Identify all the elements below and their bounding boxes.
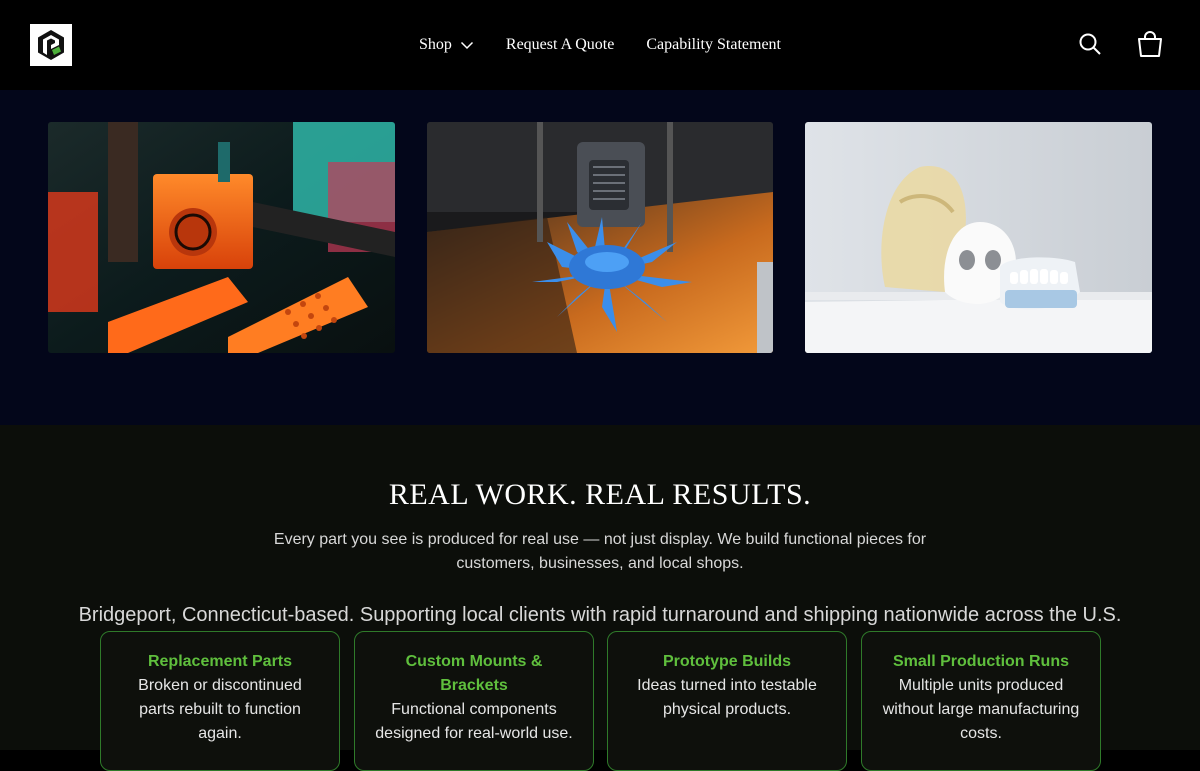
- service-card-custom-mounts: Custom Mounts & Brackets Functional comp…: [354, 631, 594, 771]
- photo-gallery: [0, 90, 1200, 425]
- blue-print-photo: [427, 122, 773, 353]
- nav-shop[interactable]: Shop: [419, 36, 474, 54]
- search-icon[interactable]: [1078, 32, 1102, 61]
- brand-logo-icon[interactable]: [30, 24, 72, 66]
- card-description: Functional components designed for real-…: [375, 701, 573, 742]
- main-nav: Shop Request A Quote Capability Statemen…: [0, 0, 1200, 90]
- section-title: REAL WORK. REAL RESULTS.: [388, 478, 812, 511]
- nav-capability-statement[interactable]: Capability Statement: [646, 36, 781, 54]
- skull-models-photo: [805, 122, 1152, 353]
- results-section: REAL WORK. REAL RESULTS. Every part you …: [0, 425, 1200, 771]
- service-card-prototype-builds: Prototype Builds Ideas turned into testa…: [607, 631, 847, 771]
- nav-request-quote[interactable]: Request A Quote: [506, 36, 614, 54]
- card-title: Small Production Runs: [892, 653, 1069, 670]
- card-description: Ideas turned into testable physical prod…: [637, 677, 817, 718]
- section-subtitle: Every part you see is produced for real …: [273, 531, 927, 572]
- service-card-replacement-parts: Replacement Parts Broken or discontinued…: [100, 631, 340, 771]
- card-title: Custom Mounts & Brackets: [405, 653, 543, 694]
- nav-shop-label: Shop: [419, 36, 452, 53]
- bag-icon[interactable]: [1136, 30, 1164, 63]
- chevron-down-icon: [460, 41, 474, 50]
- card-description: Multiple units produced without large ma…: [882, 677, 1080, 742]
- location-statement: Bridgeport, Connecticut-based. Supportin…: [78, 604, 1122, 626]
- orange-printer-photo: [48, 122, 395, 353]
- card-title: Replacement Parts: [147, 653, 293, 670]
- card-description: Broken or discontinued parts rebuilt to …: [138, 677, 302, 742]
- site-header: Shop Request A Quote Capability Statemen…: [0, 0, 1200, 90]
- service-card-small-production: Small Production Runs Multiple units pro…: [861, 631, 1101, 771]
- card-title: Prototype Builds: [662, 653, 791, 670]
